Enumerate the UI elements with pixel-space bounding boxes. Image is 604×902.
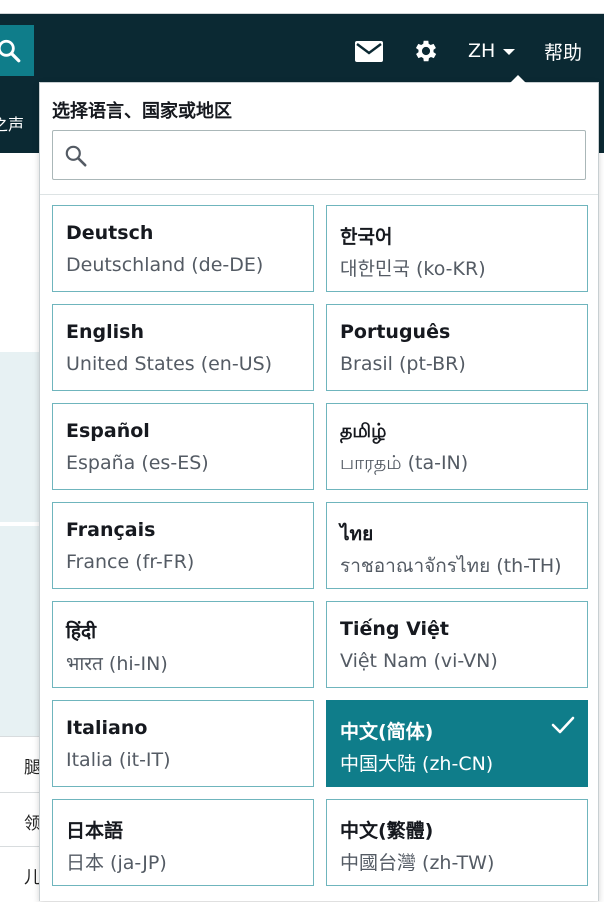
language-option-vi-vn[interactable]: Tiếng Việt Việt Nam (vi-VN) <box>326 601 588 688</box>
language-option-hi-in[interactable]: हिंदी भारत (hi-IN) <box>52 601 314 688</box>
language-name: 中文(简体) <box>340 721 434 743</box>
language-search-box[interactable] <box>52 130 586 180</box>
language-code: ZH <box>468 40 496 62</box>
language-option-zh-tw[interactable]: 中文(繁體) 中國台灣 (zh-TW) <box>326 799 588 886</box>
search-button[interactable] <box>0 25 34 76</box>
language-name: Deutsch <box>66 222 154 244</box>
dropdown-pointer <box>510 75 526 83</box>
mail-icon[interactable] <box>355 41 383 62</box>
language-name: English <box>66 321 144 343</box>
language-option-en-us[interactable]: English United States (en-US) <box>52 304 314 391</box>
background-list-item[interactable]: 领 <box>0 792 41 848</box>
dropdown-title: 选择语言、国家或地区 <box>52 101 232 122</box>
language-grid: Deutsch Deutschland (de-DE) 한국어 대한민국 (ko… <box>52 205 588 886</box>
language-region: 中國台灣 (zh-TW) <box>340 852 495 874</box>
language-switcher[interactable]: ZH <box>468 36 516 66</box>
language-option-pt-br[interactable]: Português Brasil (pt-BR) <box>326 304 588 391</box>
background-panel <box>0 352 40 522</box>
language-region: भारत (hi-IN) <box>66 653 168 675</box>
language-option-th-th[interactable]: ไทย ราชอาณาจักรไทย (th-TH) <box>326 502 588 589</box>
language-region: Deutschland (de-DE) <box>66 254 264 276</box>
language-name: 日本語 <box>66 820 124 842</box>
language-region: Brasil (pt-BR) <box>340 353 466 375</box>
search-icon <box>65 145 87 167</box>
caret-down-icon <box>503 49 516 55</box>
language-name: हिंदी <box>66 621 97 643</box>
language-option-fr-fr[interactable]: Français France (fr-FR) <box>52 502 314 589</box>
language-option-zh-cn-selected[interactable]: 中文(简体) 中国大陆 (zh-CN) <box>326 700 588 787</box>
language-name: Tiếng Việt <box>340 618 449 640</box>
language-region: 中国大陆 (zh-CN) <box>340 753 494 775</box>
language-option-ta-in[interactable]: தமிழ் பாரதம் (ta-IN) <box>326 403 588 490</box>
language-dropdown: 选择语言、国家或地区 Deutsch Deutschland (de-DE) 한… <box>39 75 599 901</box>
language-name: தமிழ் <box>340 420 387 442</box>
language-name: 中文(繁體) <box>340 820 434 842</box>
top-strip <box>0 0 604 13</box>
language-option-es-es[interactable]: Español España (es-ES) <box>52 403 314 490</box>
language-name: Italiano <box>66 717 148 739</box>
subbar-text[interactable]: 之声 <box>0 111 24 135</box>
search-icon <box>0 39 21 62</box>
language-region: Italia (it-IT) <box>66 749 171 771</box>
language-name: Français <box>66 519 156 541</box>
language-option-ja-jp[interactable]: 日本語 日本 (ja-JP) <box>52 799 314 886</box>
language-region: 대한민국 (ko-KR) <box>340 258 486 280</box>
language-region: United States (en-US) <box>66 353 273 375</box>
language-region: பாரதம் (ta-IN) <box>340 452 469 474</box>
language-option-it-it[interactable]: Italiano Italia (it-IT) <box>52 700 314 787</box>
background-panel <box>0 526 40 736</box>
language-name: Português <box>340 321 451 343</box>
gear-icon[interactable] <box>412 37 440 65</box>
divider <box>40 194 598 195</box>
language-name: Español <box>66 420 150 442</box>
background-list-item[interactable]: 儿 <box>0 846 41 902</box>
language-region: España (es-ES) <box>66 452 209 474</box>
language-name: 한국어 <box>340 226 393 248</box>
language-region: France (fr-FR) <box>66 551 195 573</box>
language-option-de-de[interactable]: Deutsch Deutschland (de-DE) <box>52 205 314 292</box>
language-option-ko-kr[interactable]: 한국어 대한민국 (ko-KR) <box>326 205 588 292</box>
language-name: ไทย <box>340 523 374 545</box>
language-region: Việt Nam (vi-VN) <box>340 650 498 672</box>
language-search-input[interactable] <box>95 139 579 173</box>
background-list-item[interactable]: 腿 <box>0 736 41 792</box>
checkmark-icon <box>551 716 575 734</box>
language-region: ราชอาณาจักรไทย (th-TH) <box>340 555 562 577</box>
language-region: 日本 (ja-JP) <box>66 852 167 874</box>
help-link[interactable]: 帮助 <box>544 38 582 65</box>
